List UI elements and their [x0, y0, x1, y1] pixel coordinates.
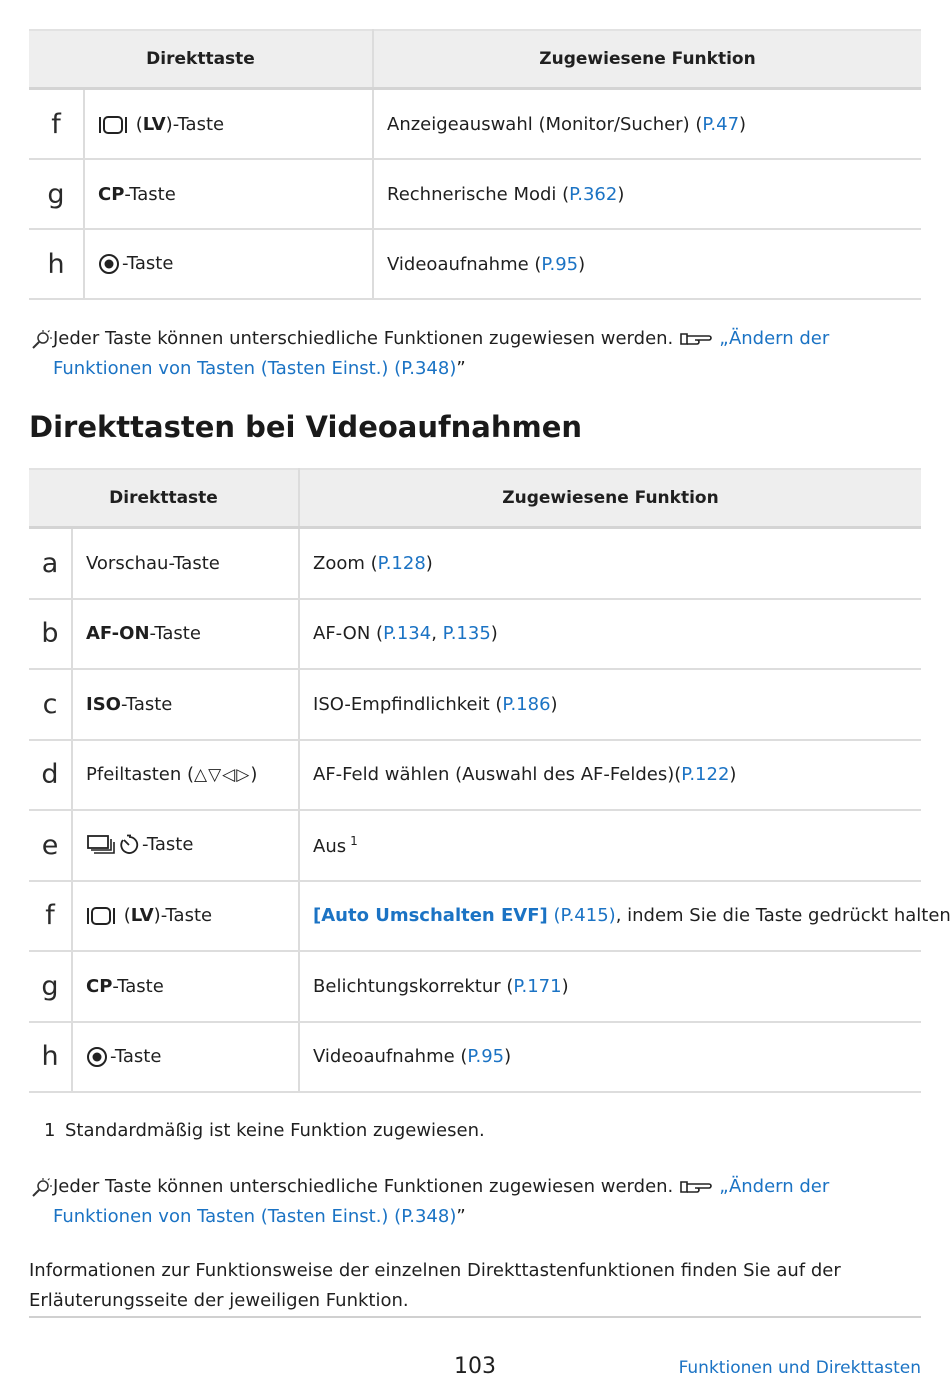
- table-header-row: Direkttaste Zugewiesene Funktion: [29, 29, 921, 90]
- key-label-bold: CP: [86, 975, 113, 997]
- page-ref-link[interactable]: P.362: [569, 184, 617, 205]
- table-row: b AF-ON-Taste AF-ON (P.134, P.135): [29, 598, 921, 670]
- function-cell: Rechnerische Modi (P.362): [373, 159, 921, 230]
- page-ref-link[interactable]: P.95: [467, 1046, 504, 1067]
- row-letter: h: [29, 229, 85, 300]
- key-cell: Vorschau-Taste: [72, 527, 301, 600]
- self-timer-icon: [120, 834, 139, 855]
- header-direkttaste: Direkttaste: [29, 468, 301, 529]
- menu-item-link[interactable]: [Auto Umschalten EVF]: [313, 905, 548, 926]
- section-title: Direkttasten bei Videoaufnahmen: [29, 410, 583, 444]
- key-cell: AF-ON-Taste: [72, 598, 301, 670]
- header-direkttaste: Direkttaste: [29, 29, 375, 90]
- row-letter: f: [29, 880, 73, 952]
- page-ref-link[interactable]: P.135: [443, 623, 491, 644]
- footnote-marker: 1: [350, 833, 358, 848]
- function-cell: ISO-Empfindlichkeit (P.186): [299, 669, 921, 741]
- key-cell: (LV)-Taste: [84, 88, 375, 160]
- table-row: h -Taste Videoaufnahme (P.95): [29, 229, 921, 300]
- display-toggle-icon: [87, 907, 115, 926]
- pointing-hand-icon: [680, 333, 713, 345]
- row-letter: g: [29, 951, 73, 1023]
- key-cell: CP-Taste: [84, 159, 375, 230]
- table-header-row: Direkttaste Zugewiesene Funktion: [29, 468, 921, 529]
- row-letter: a: [29, 527, 73, 600]
- page-ref-link[interactable]: (P.415): [554, 905, 616, 926]
- key-label-bold: LV: [142, 113, 166, 135]
- chapter-title-link[interactable]: Funktionen und Direkttasten: [679, 1358, 921, 1378]
- arrow-keys-icon: △▽◁▷: [194, 765, 251, 786]
- row-letter: c: [29, 669, 73, 741]
- info-paragraph: Informationen zur Funktionsweise der ein…: [29, 1260, 841, 1311]
- display-toggle-icon: [99, 115, 127, 134]
- header-zugewiesene-funktion: Zugewiesene Funktion: [299, 468, 921, 529]
- function-cell: Aus 1: [299, 810, 921, 882]
- table-row: f (LV)-Taste [Auto Umschalten EVF] (P.41…: [29, 880, 950, 952]
- table-row: d Pfeiltasten (△▽◁▷) AF-Feld wählen (Aus…: [29, 739, 921, 811]
- page-ref-link[interactable]: P.122: [681, 764, 729, 785]
- record-icon: [99, 254, 119, 274]
- footnote: 1 Standardmäßig ist keine Funktion zugewi…: [44, 1120, 485, 1141]
- function-cell: AF-ON (P.134, P.135): [299, 598, 921, 670]
- key-cell: -Taste: [84, 229, 375, 300]
- key-cell: -Taste: [72, 810, 301, 882]
- function-cell: Zoom (P.128): [299, 527, 921, 600]
- row-letter: b: [29, 598, 73, 670]
- direct-key-table-2: Direkttaste Zugewiesene Funktion a Vorsc…: [29, 468, 950, 1093]
- table-row: g CP-Taste Belichtungskorrektur (P.171): [29, 951, 921, 1023]
- table-row: c ISO-Taste ISO-Empfindlichkeit (P.186): [29, 669, 921, 741]
- row-letter: d: [29, 739, 73, 811]
- page-ref-link[interactable]: P.134: [383, 623, 431, 644]
- key-label-bold: LV: [130, 905, 154, 927]
- row-letter: f: [29, 88, 85, 160]
- key-label-bold: AF-ON: [86, 623, 150, 645]
- function-cell: Anzeigeauswahl (Monitor/Sucher) (P.47): [373, 88, 921, 160]
- key-cell: CP-Taste: [72, 951, 301, 1023]
- direct-key-table-1: Direkttaste Zugewiesene Funktion f (LV)-…: [29, 29, 921, 300]
- row-letter: e: [29, 810, 73, 882]
- tip-note: Jeder Taste können unterschiedliche Funk…: [29, 1172, 921, 1232]
- table-row: e -Taste Aus 1: [29, 810, 921, 882]
- key-label-bold: ISO: [86, 693, 121, 715]
- pointing-hand-icon: [680, 1181, 713, 1193]
- tip-note: Jeder Taste können unterschiedliche Funk…: [29, 324, 921, 384]
- record-icon: [87, 1046, 107, 1067]
- key-label-bold: CP: [98, 183, 125, 205]
- function-cell: Videoaufnahme (P.95): [373, 229, 921, 300]
- function-cell: AF-Feld wählen (Auswahl des AF-Feldes)(P…: [299, 739, 921, 811]
- page-ref-link[interactable]: P.128: [378, 553, 426, 574]
- key-cell: (LV)-Taste: [72, 880, 301, 952]
- table-row: h -Taste Videoaufnahme (P.95): [29, 1021, 921, 1093]
- table-row: g CP-Taste Rechnerische Modi (P.362): [29, 159, 921, 230]
- table-row: f (LV)-Taste Anzeigeauswahl (Monitor/Suc…: [29, 88, 921, 160]
- lightbulb-tip-icon: [32, 1178, 52, 1197]
- page-ref-link[interactable]: P.47: [702, 114, 739, 135]
- row-letter: g: [29, 159, 85, 230]
- function-cell: Belichtungskorrektur (P.171): [299, 951, 921, 1023]
- footer-divider: [29, 1316, 921, 1318]
- row-letter: h: [29, 1021, 73, 1093]
- drive-mode-icon: [87, 835, 115, 855]
- key-cell: ISO-Taste: [72, 669, 301, 741]
- page-ref-link[interactable]: P.95: [541, 254, 578, 275]
- function-cell: [Auto Umschalten EVF] (P.415), indem Sie…: [299, 880, 950, 952]
- key-cell: -Taste: [72, 1021, 301, 1093]
- header-zugewiesene-funktion: Zugewiesene Funktion: [373, 29, 921, 90]
- table-row: a Vorschau-Taste Zoom (P.128): [29, 527, 921, 600]
- key-cell: Pfeiltasten (△▽◁▷): [72, 739, 301, 811]
- function-cell: Videoaufnahme (P.95): [299, 1021, 921, 1093]
- page-ref-link[interactable]: P.171: [513, 976, 561, 997]
- lightbulb-tip-icon: [32, 330, 52, 349]
- page-ref-link[interactable]: P.186: [502, 694, 550, 715]
